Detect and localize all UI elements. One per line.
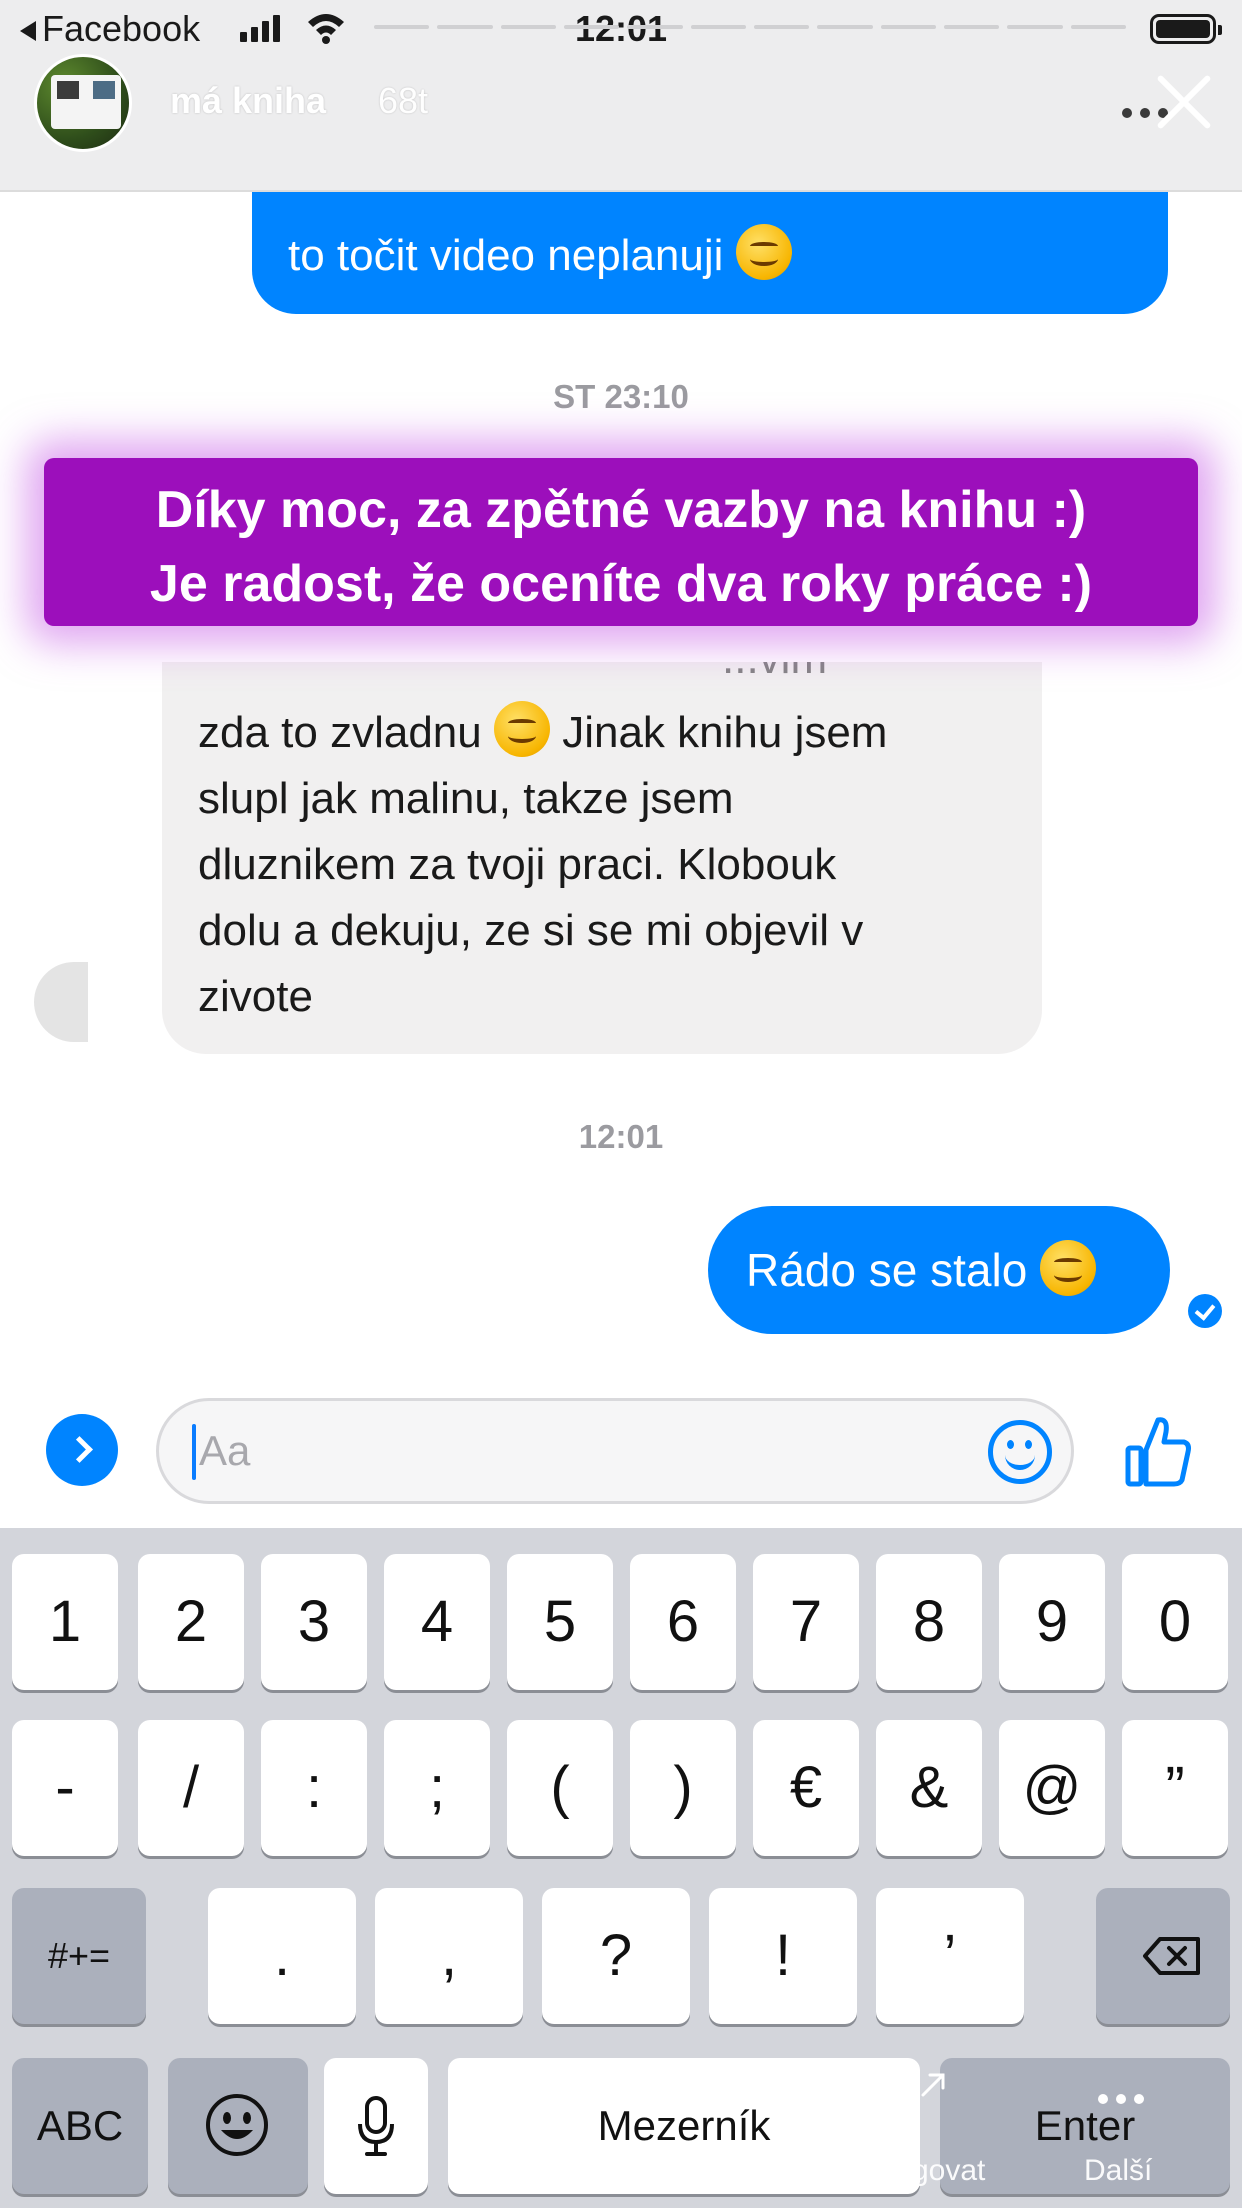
message-text: to točit video neplanuji — [288, 231, 724, 280]
key-semicolon[interactable]: ; — [384, 1720, 490, 1856]
status-time: 12:01 — [574, 8, 668, 49]
dock-next-label[interactable]: Další — [1084, 2154, 1152, 2188]
backspace-icon — [1143, 1937, 1200, 1975]
microphone-icon — [358, 2096, 394, 2156]
key-hyphen[interactable]: - — [12, 1720, 118, 1856]
sender-avatar[interactable] — [34, 962, 88, 1042]
key-8[interactable]: 8 — [876, 1554, 982, 1690]
story-username[interactable]: má kniha — [170, 80, 326, 122]
more-symbols-key[interactable]: #+= — [12, 1888, 146, 2024]
emoji-face-icon — [206, 2094, 268, 2156]
key-colon[interactable]: : — [261, 1720, 367, 1856]
smiling-emoji-icon — [493, 701, 550, 757]
key-at[interactable]: @ — [999, 1720, 1105, 1856]
dock-left-label[interactable]: govat — [912, 2154, 985, 2188]
thumbs-up-icon[interactable] — [1124, 1414, 1192, 1488]
key-2[interactable]: 2 — [138, 1554, 244, 1690]
story-progress-bar — [374, 25, 1126, 29]
key-0[interactable]: 0 — [1122, 1554, 1228, 1690]
story-header: Facebook 12:01 má kniha 68t — [0, 0, 1242, 192]
more-dots-icon[interactable] — [1098, 2094, 1144, 2104]
story-avatar[interactable] — [34, 54, 132, 152]
message-line: zda to zvladnu Jinak knihu jsem — [198, 700, 1012, 766]
key-period[interactable]: . — [208, 1888, 356, 2024]
overlay-torn-edge — [70, 620, 1100, 662]
key-4[interactable]: 4 — [384, 1554, 490, 1690]
expand-chevron-icon[interactable] — [46, 1414, 118, 1486]
seen-check-icon — [1188, 1294, 1222, 1328]
dictation-key[interactable] — [324, 2058, 428, 2194]
overlay-line-1: Díky moc, za zpětné vazby na knihu :) — [155, 481, 1087, 539]
key-open-paren[interactable]: ( — [507, 1720, 613, 1856]
message-text: Rádo se stalo — [746, 1244, 1028, 1296]
key-euro[interactable]: € — [753, 1720, 859, 1856]
message-input[interactable] — [156, 1398, 1074, 1504]
key-apostrophe[interactable]: ’ — [876, 1888, 1024, 2024]
numeric-keyboard: 1 2 3 4 5 6 7 8 9 0 - / : ; ( ) € & @ ” … — [0, 1528, 1242, 2208]
chat-timestamp: ST 23:10 — [553, 378, 689, 415]
key-ampersand[interactable]: & — [876, 1720, 982, 1856]
close-icon[interactable] — [1152, 70, 1216, 134]
incoming-message: ...vim zda to zvladnu Jinak knihu jsem s… — [162, 612, 1042, 1054]
message-line: dluznikem za tvoji praci. Klobouk — [198, 840, 837, 889]
key-5[interactable]: 5 — [507, 1554, 613, 1690]
smiling-emoji-icon — [1040, 1240, 1097, 1296]
key-9[interactable]: 9 — [999, 1554, 1105, 1690]
text-caret — [192, 1424, 196, 1480]
key-comma[interactable]: , — [375, 1888, 523, 2024]
battery-icon — [1150, 14, 1222, 44]
share-arrow-icon[interactable] — [918, 2070, 948, 2100]
key-1[interactable]: 1 — [12, 1554, 118, 1690]
space-key[interactable]: Mezerník — [448, 2058, 920, 2194]
smiling-emoji-icon — [735, 224, 792, 280]
key-exclamation[interactable]: ! — [709, 1888, 857, 2024]
key-question[interactable]: ? — [542, 1888, 690, 2024]
key-7[interactable]: 7 — [753, 1554, 859, 1690]
key-slash[interactable]: / — [138, 1720, 244, 1856]
outgoing-message: Rádo se stalo — [708, 1206, 1170, 1334]
chat-timestamp: 12:01 — [578, 1118, 664, 1155]
emoji-picker-icon[interactable] — [988, 1420, 1052, 1484]
overlay-line-2: Je radost, že oceníte dva roky práce :) — [149, 555, 1093, 613]
key-close-paren[interactable]: ) — [630, 1720, 736, 1856]
message-line: zivote — [198, 972, 313, 1021]
story-age: 68t — [378, 80, 429, 121]
key-3[interactable]: 3 — [261, 1554, 367, 1690]
emoji-keyboard-key[interactable] — [168, 2058, 308, 2194]
message-line: slupl jak malinu, takze jsem — [198, 774, 734, 823]
abc-key[interactable]: ABC — [12, 2058, 148, 2194]
delete-key[interactable] — [1096, 1888, 1230, 2024]
status-bar: Facebook 12:01 — [0, 0, 1242, 60]
key-6[interactable]: 6 — [630, 1554, 736, 1690]
key-quote[interactable]: ” — [1122, 1720, 1228, 1856]
story-text-overlay: Díky moc, za zpětné vazby na knihu :) Je… — [44, 458, 1198, 626]
message-line: dolu a dekuju, ze si se mi objevil v — [198, 906, 864, 955]
